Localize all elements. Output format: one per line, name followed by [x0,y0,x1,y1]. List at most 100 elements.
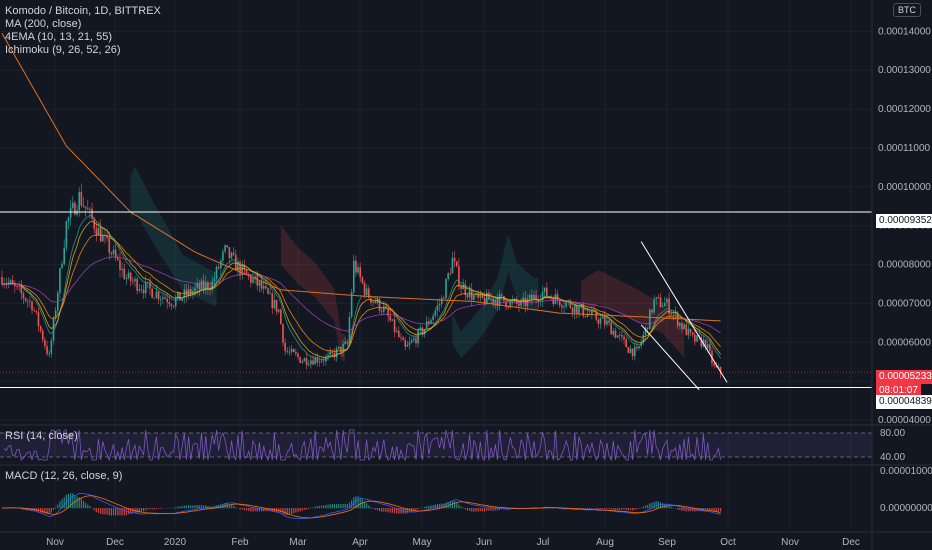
candle-body [415,338,417,344]
candle-body [631,348,634,357]
macd-histogram-bar [655,501,657,509]
price-tick-label: 0.00011000 [878,143,931,154]
candle [65,220,68,252]
candle-body [284,342,286,352]
macd-histogram-bar [239,508,241,510]
macd-histogram-bar [312,507,314,509]
macd-histogram-bar [85,502,87,509]
candle-body [112,249,115,255]
candle-body [69,207,72,218]
indicator-ma200-label[interactable]: MA (200, close) [5,18,81,30]
candle-body [689,328,692,333]
candle-body [389,315,392,321]
candle-body [297,353,299,358]
chart-title: Komodo / Bitcoin, 1D, BITTREX [5,5,161,17]
candle-body [683,324,685,330]
candle-body [518,303,520,307]
candle-body [127,272,130,279]
macd-histogram-bar [647,504,649,509]
macd-histogram-bar [297,508,299,512]
price-chart[interactable]: 80.00 40.00 0.00001000 0.00000000 0.000040… [0,0,932,550]
rsi-label[interactable]: RSI (14, close) [5,430,78,442]
macd-label[interactable]: MACD (12, 26, close, 9) [5,470,122,482]
indicator-ichimoku-label[interactable]: Ichimoku (9, 26, 52, 26) [5,44,121,56]
candle-body [295,351,297,354]
candle-body [563,306,565,308]
price-tick-label: 0.00007000 [878,298,931,309]
macd-histogram-bar [593,508,595,509]
candle-body [473,295,475,300]
candle-body [155,291,158,298]
macd-histogram-bar [385,508,387,512]
candle-body [213,278,216,282]
candle-body [41,330,44,341]
macd-histogram-bar [42,508,44,514]
macd-histogram-bar [644,505,647,509]
macd-histogram-bar [93,508,95,511]
macd-histogram-bar [612,508,614,510]
currency-badge[interactable]: BTC [893,3,921,17]
candle-body [33,310,35,312]
candle-body [59,268,61,294]
macd-histogram-bar [368,505,370,509]
time-tick-label: Oct [720,537,736,548]
macd-histogram-bar [477,508,479,512]
candle-body [48,353,50,355]
candle-body [561,305,563,308]
candle-body [661,306,664,307]
macd-histogram-bar [100,508,102,515]
candle [445,278,447,300]
candle-body [681,322,683,330]
macd-histogram-bar [230,504,233,509]
candle-body [327,354,329,357]
current-price-tag: 0.00005233 [876,370,932,384]
macd-histogram-bar [316,506,318,509]
macd-histogram-bar [383,508,385,512]
macd-histogram-bar [155,508,158,509]
candle-body [318,361,321,363]
macd-histogram-bar [428,505,430,509]
macd-histogram-bar [681,508,683,511]
macd-histogram-bar [672,507,674,509]
macd-histogram-bar [136,508,138,513]
candle-body [350,292,353,317]
macd-histogram-bar [393,508,396,514]
macd-histogram-bar [198,505,200,509]
macd-histogram-bar [381,508,383,512]
rsi-level-label: 40.00 [880,452,905,463]
candle-body [554,294,557,305]
candle-body [691,332,694,335]
candle-body [18,286,20,288]
candle-body [271,293,274,309]
macd-histogram-bar [140,508,143,512]
candle [350,288,353,319]
macd-histogram-bar [458,504,460,509]
time-tick-label: May [413,537,432,548]
candle-body [601,316,604,319]
candle-body [134,278,136,282]
candle-body [383,306,385,312]
candle-body [198,283,201,290]
macd-histogram-bar [415,508,417,511]
candle-body [713,363,715,366]
macd-histogram-bar [115,508,117,516]
candle-body [307,364,310,366]
candle-body [340,346,342,353]
macd-histogram-bar [290,508,293,514]
candle [627,346,630,354]
macd-level-label: 0.00001000 [880,466,932,477]
candle-body [37,312,40,327]
candle [696,334,698,343]
price-tick-label: 0.00014000 [878,26,931,37]
candle-body [625,339,627,348]
candle-body [494,299,497,303]
macd-histogram-bar [55,507,57,509]
indicator-4ema-label[interactable]: 4EMA (10, 13, 21, 55) [5,31,112,43]
macd-histogram-bar [295,508,297,513]
macd-histogram-bar [451,501,454,509]
macd-histogram-bar [619,508,621,510]
macd-histogram-bar [595,508,597,509]
candle-body [344,341,346,344]
candle-body [260,281,263,289]
macd-histogram-bar [181,506,183,509]
